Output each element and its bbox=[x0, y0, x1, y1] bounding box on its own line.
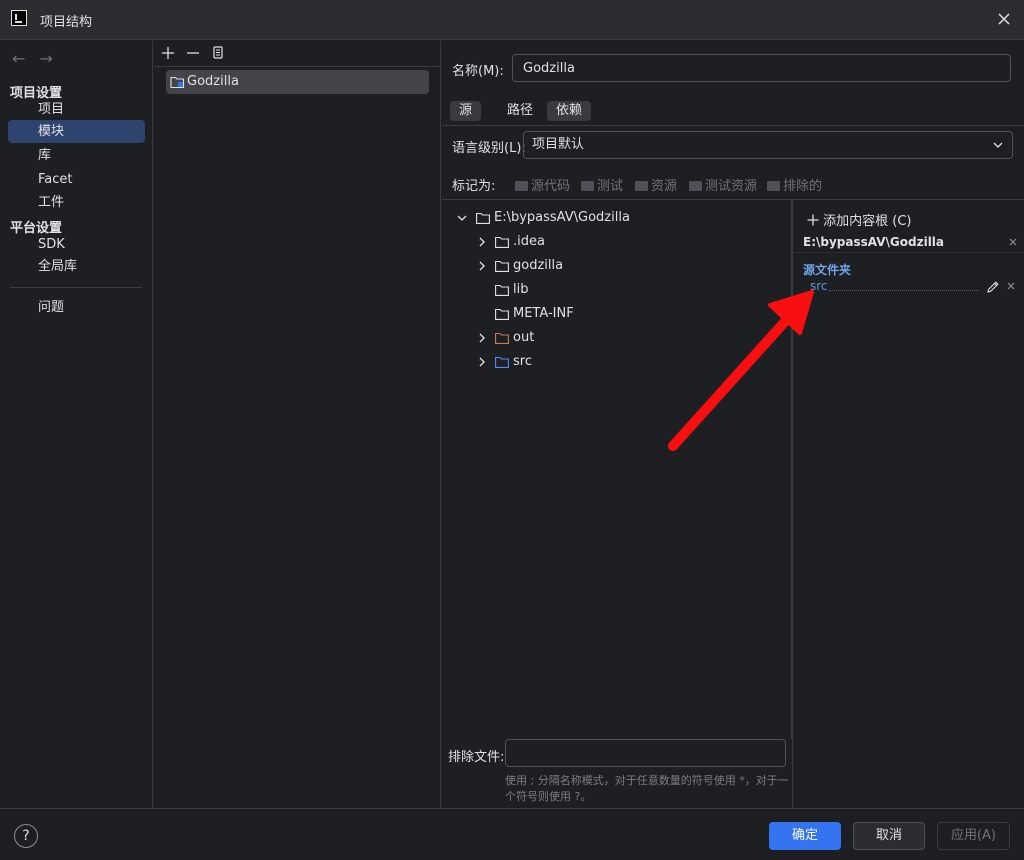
back-arrow-icon[interactable]: ← bbox=[12, 49, 25, 68]
tree-item-label: lib bbox=[513, 282, 529, 297]
content-root-tree: E:\bypassAV\Godzilla .idea godzilla lib … bbox=[442, 199, 792, 739]
content-roots-panel: 添加内容根 (C) E:\bypassAV\Godzilla 源文件夹 src bbox=[793, 199, 1024, 808]
source-folder-entry[interactable]: src bbox=[810, 279, 828, 293]
sidebar-item-problems[interactable]: 问题 bbox=[8, 296, 145, 319]
apply-button[interactable]: 应用(A) bbox=[937, 822, 1010, 850]
module-name-input[interactable] bbox=[512, 54, 1011, 82]
mark-as-resources-button[interactable]: 资源 bbox=[635, 175, 677, 194]
tree-item-label: .idea bbox=[513, 234, 545, 249]
folder-icon bbox=[495, 284, 509, 296]
tree-row-lib[interactable]: lib bbox=[476, 279, 776, 301]
chevron-right-icon[interactable] bbox=[476, 351, 488, 373]
mark-as-test-resources-button[interactable]: 测试资源 bbox=[689, 175, 757, 194]
sidebar-item-global-libraries[interactable]: 全局库 bbox=[8, 255, 145, 278]
language-level-label: 语言级别(L): bbox=[452, 141, 526, 156]
chevron-down-icon bbox=[993, 142, 1003, 148]
tab-paths[interactable]: 路径 bbox=[498, 101, 542, 121]
mark-as-test-resources-label: 测试资源 bbox=[705, 179, 758, 194]
chevron-right-icon[interactable] bbox=[476, 255, 488, 277]
mark-as-label: 标记为: bbox=[452, 179, 496, 194]
dotted-leader bbox=[829, 290, 979, 291]
exclude-files-input[interactable] bbox=[505, 739, 786, 767]
cancel-button[interactable]: 取消 bbox=[853, 822, 925, 850]
dialog-footer: ? 确定 取消 应用(A) bbox=[0, 808, 1024, 860]
content-root-path: E:\bypassAV\Godzilla bbox=[803, 235, 945, 249]
folder-icon bbox=[689, 181, 702, 191]
help-button[interactable]: ? bbox=[14, 824, 38, 848]
mark-as-resources-label: 资源 bbox=[651, 179, 678, 194]
chevron-right-icon[interactable] bbox=[476, 327, 488, 349]
remove-source-close-icon[interactable] bbox=[1006, 281, 1016, 291]
close-icon[interactable] bbox=[994, 9, 1014, 29]
module-folder-icon bbox=[170, 76, 185, 89]
folder-icon bbox=[581, 181, 594, 191]
tree-row-godzilla[interactable]: godzilla bbox=[476, 255, 776, 277]
mark-as-excluded-label: 排除的 bbox=[783, 179, 823, 194]
folder-icon bbox=[635, 181, 648, 191]
language-level-select[interactable]: 项目默认 bbox=[523, 131, 1013, 159]
sidebar-item-facets[interactable]: Facet bbox=[8, 168, 145, 191]
folder-icon bbox=[495, 236, 509, 248]
tree-item-label: out bbox=[513, 330, 535, 345]
ok-button[interactable]: 确定 bbox=[769, 822, 841, 850]
tree-item-label: src bbox=[513, 354, 532, 369]
tree-row-root[interactable]: E:\bypassAV\Godzilla bbox=[456, 207, 776, 229]
module-name: Godzilla bbox=[187, 74, 239, 89]
module-list-panel: Godzilla bbox=[154, 41, 441, 808]
tab-dependencies[interactable]: 依赖 bbox=[547, 101, 592, 121]
remove-root-close-icon[interactable] bbox=[1008, 237, 1018, 247]
tree-row-out[interactable]: out bbox=[476, 327, 776, 349]
chevron-down-icon[interactable] bbox=[456, 207, 468, 229]
source-folders-heading: 源文件夹 bbox=[803, 263, 852, 277]
title-bar: 项目结构 bbox=[0, 0, 1024, 40]
folder-icon bbox=[495, 308, 509, 320]
name-label: 名称(M): bbox=[452, 64, 504, 79]
language-level-value: 项目默认 bbox=[532, 137, 585, 152]
tree-row-src[interactable]: src bbox=[476, 351, 776, 373]
tree-item-label: godzilla bbox=[513, 258, 564, 273]
forward-arrow-icon[interactable]: → bbox=[40, 49, 53, 68]
settings-sidebar: ← → 项目设置 项目 模块 库 Facet 工件 平台设置 SDK 全局库 问… bbox=[0, 41, 153, 808]
source-folder-icon bbox=[495, 356, 509, 368]
sidebar-item-artifacts[interactable]: 工件 bbox=[8, 191, 145, 214]
sidebar-item-project[interactable]: 项目 bbox=[8, 98, 145, 121]
sidebar-item-libraries[interactable]: 库 bbox=[8, 144, 145, 167]
history-navigation: ← → bbox=[12, 49, 63, 68]
sidebar-item-modules[interactable]: 模块 bbox=[8, 120, 145, 143]
tree-root-label: E:\bypassAV\Godzilla bbox=[494, 210, 630, 225]
pencil-icon[interactable] bbox=[986, 280, 1000, 294]
tree-item-label: META-INF bbox=[513, 306, 574, 321]
module-toolbar bbox=[154, 41, 441, 67]
add-icon[interactable] bbox=[159, 44, 177, 62]
folder-icon bbox=[767, 181, 780, 191]
tree-row-meta-inf[interactable]: META-INF bbox=[476, 303, 776, 325]
exclude-files-label: 排除文件: bbox=[448, 750, 505, 765]
mark-as-excluded-button[interactable]: 排除的 bbox=[767, 175, 822, 194]
module-detail-pane: 名称(M): 源 路径 依赖 语言级别(L): 项目默认 标记为: 源代码 测试… bbox=[442, 41, 1024, 808]
mark-as-tests-label: 测试 bbox=[597, 179, 624, 194]
folder-icon bbox=[515, 181, 528, 191]
excluded-folder-icon bbox=[495, 332, 509, 344]
mark-as-tests-button[interactable]: 测试 bbox=[581, 175, 623, 194]
sidebar-item-sdk[interactable]: SDK bbox=[8, 233, 145, 256]
exclude-files-hint: 使用 ; 分隔名称模式，对于任意数量的符号使用 *，对于一个符号则使用 ?。 bbox=[505, 774, 789, 803]
mark-as-sources-label: 源代码 bbox=[531, 179, 571, 194]
add-content-root-button[interactable]: 添加内容根 (C) bbox=[807, 210, 912, 229]
sidebar-divider bbox=[10, 287, 142, 288]
mark-as-sources-button[interactable]: 源代码 bbox=[515, 175, 570, 194]
window-title: 项目结构 bbox=[40, 15, 93, 30]
add-icon bbox=[807, 214, 819, 226]
tabs-divider bbox=[442, 125, 1024, 126]
tab-sources[interactable]: 源 bbox=[450, 101, 482, 121]
folder-icon bbox=[495, 260, 509, 272]
tree-row-idea[interactable]: .idea bbox=[476, 231, 776, 253]
remove-icon[interactable] bbox=[184, 44, 202, 62]
intellij-logo-icon bbox=[11, 10, 27, 26]
chevron-right-icon[interactable] bbox=[476, 231, 488, 253]
add-content-root-label: 添加内容根 (C) bbox=[823, 214, 912, 229]
content-root-header: E:\bypassAV\Godzilla bbox=[793, 235, 1024, 253]
copy-icon[interactable] bbox=[209, 44, 227, 62]
folder-icon bbox=[476, 212, 490, 224]
module-item-godzilla[interactable]: Godzilla bbox=[166, 70, 429, 94]
